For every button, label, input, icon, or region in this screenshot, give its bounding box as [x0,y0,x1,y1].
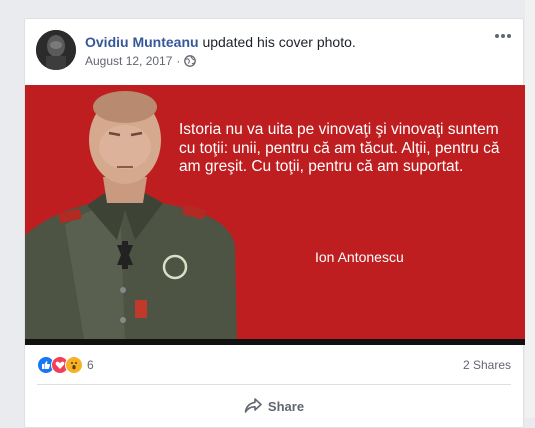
more-options-icon[interactable] [493,29,513,43]
actions-divider [37,384,511,385]
quote-author: Ion Antonescu [315,249,404,265]
author-avatar[interactable] [36,30,76,70]
post-header: Ovidiu Munteanu updated his cover photo.… [25,19,523,81]
post-meta: August 12, 2017 · [85,54,197,68]
reaction-count: 6 [87,358,94,372]
share-icon [244,398,262,413]
post-date[interactable]: August 12, 2017 [85,54,172,68]
post-card: Ovidiu Munteanu updated his cover photo.… [24,18,525,428]
reactions-summary[interactable]: 6 [37,356,94,374]
post-action-text: updated his cover photo. [202,34,356,50]
author-name-link[interactable]: Ovidiu Munteanu [85,34,199,50]
shares-count-link[interactable]: 2 Shares [463,358,511,372]
globe-icon[interactable] [184,55,197,67]
wow-icon [65,356,83,374]
post-stats: 6 2 Shares [25,351,523,381]
photo-bottom-edge [25,339,525,345]
author-line: Ovidiu Munteanu updated his cover photo. [85,34,356,50]
page-scrollbar[interactable] [525,0,535,418]
share-button-label: Share [267,398,305,414]
quote-text: Istoria nu va uita pe vinovaţi şi vinova… [179,121,500,175]
share-button[interactable]: Share [25,391,523,421]
cover-photo[interactable]: Istoria nu va uita pe vinovaţi şi vinova… [25,85,525,345]
meta-separator: · [176,54,181,68]
